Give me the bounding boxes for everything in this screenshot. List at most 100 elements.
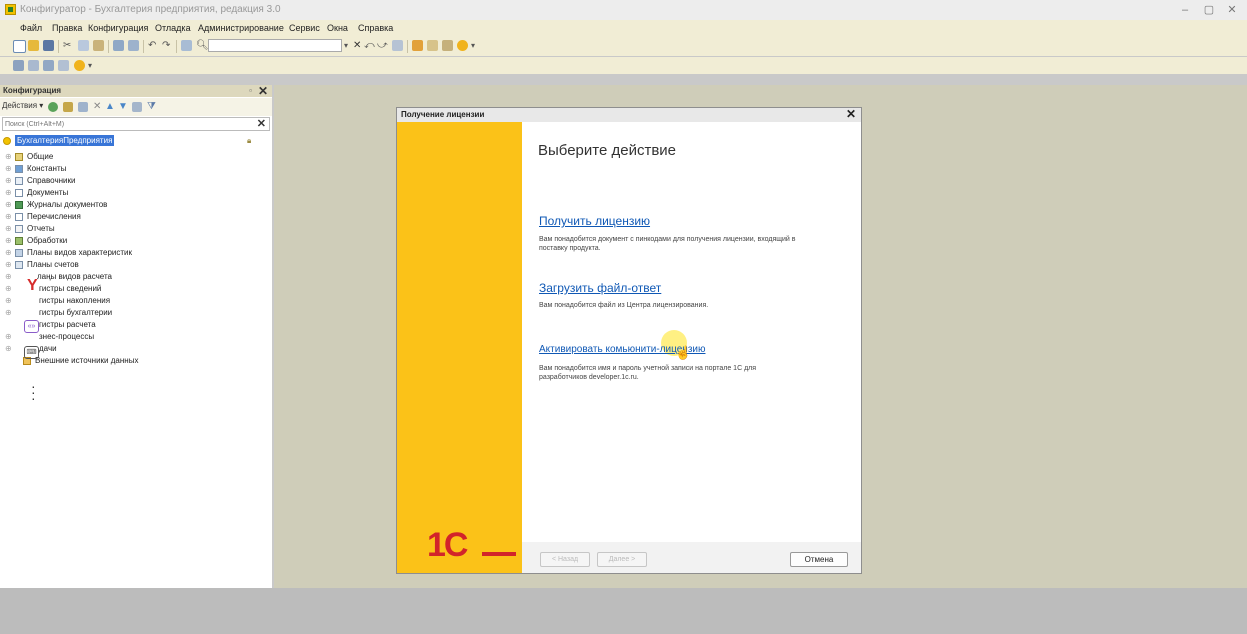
expand-icon[interactable]: ⊕ [5, 201, 12, 209]
debug-icon[interactable] [412, 40, 423, 51]
tree-item-document-journals[interactable]: ⊕ Журналы документов [0, 199, 272, 211]
more-vertical-icon[interactable]: · · · [31, 379, 36, 405]
save-icon[interactable] [43, 40, 54, 51]
menu-edit[interactable]: Правка [52, 23, 82, 33]
maximize-button[interactable]: ▢ [1199, 2, 1219, 18]
tree-item-calculation-types[interactable]: ⊕ лаңы видов расчета [0, 271, 272, 283]
panel-search-input[interactable] [5, 118, 250, 130]
panel-close-icon[interactable]: ✕ [258, 84, 268, 98]
properties-icon[interactable] [132, 102, 142, 112]
filter-icon[interactable]: ⧩ [147, 101, 156, 112]
toolbar-search-input[interactable] [208, 39, 342, 52]
tree-item-reports[interactable]: ⊕ Отчеты [0, 223, 272, 235]
search-clear-icon[interactable]: ✕ [257, 117, 266, 130]
menu-service[interactable]: Сервис [289, 23, 320, 33]
breakpoint-icon[interactable] [427, 40, 438, 51]
tree-item-external-data-sources[interactable]: Внешние источники данных [0, 355, 272, 367]
tree-item-common[interactable]: ⊕ Общие [0, 151, 272, 163]
expand-icon[interactable]: ⊕ [5, 249, 12, 257]
update-icon[interactable] [74, 60, 85, 71]
actions-menu-button[interactable]: Действия ▾ [2, 101, 43, 110]
chevron-down-icon[interactable]: ▾ [344, 40, 348, 51]
tree-root-label[interactable]: БухгалтерияПредприятия [15, 135, 115, 146]
tree-item-calculation-registers[interactable]: гистры расчета [0, 319, 272, 331]
find-previous-icon[interactable]: ⤺ [364, 40, 375, 51]
delete-icon[interactable]: ✕ [93, 101, 101, 112]
open-folder-icon[interactable] [28, 40, 39, 51]
tree-item-characteristic-types[interactable]: ⊕ Планы видов характеристик [0, 247, 272, 259]
expand-icon[interactable]: ⊕ [5, 177, 12, 185]
expand-icon[interactable]: ⊕ [5, 153, 12, 161]
edit-icon[interactable] [63, 102, 73, 112]
tree-item-accounting-registers[interactable]: ⊕ гистры бухгалтерии [0, 307, 272, 319]
find-in-list-icon[interactable] [181, 40, 192, 51]
expand-icon[interactable]: ⊕ [5, 189, 12, 197]
cut-icon[interactable]: ✂ [63, 40, 71, 51]
close-window-button[interactable]: ✕ [1222, 2, 1242, 18]
table-icon[interactable] [58, 60, 69, 71]
1c-logo-underline [482, 552, 516, 556]
documents-icon [15, 189, 23, 197]
dialog-close-icon[interactable]: ✕ [846, 107, 856, 121]
menu-debug[interactable]: Отладка [155, 23, 191, 33]
toolbar2-dropdown-icon[interactable]: ▾ [88, 60, 92, 71]
tree-item-tasks[interactable]: ⊕ дачи [0, 343, 272, 355]
add-icon[interactable] [48, 102, 58, 112]
expand-icon[interactable]: ⊕ [5, 237, 12, 245]
cancel-button[interactable]: Отмена [790, 552, 848, 567]
expand-icon[interactable]: ⊕ [5, 213, 12, 221]
move-up-icon[interactable]: ▲ [105, 101, 115, 112]
menu-file[interactable]: Файл [20, 23, 42, 33]
expand-icon[interactable]: ⊕ [5, 345, 12, 353]
next-button[interactable]: Далее > [597, 552, 647, 567]
menu-windows[interactable]: Окна [327, 23, 348, 33]
copy-icon[interactable] [78, 40, 89, 51]
copy-item-icon[interactable] [78, 102, 88, 112]
load-response-file-link[interactable]: Загрузить файл-ответ [539, 281, 661, 295]
tree-item-business-processes[interactable]: ⊕ знес-процессы [0, 331, 272, 343]
undo-icon[interactable]: ↶ [148, 40, 156, 51]
syntax-check-icon[interactable] [442, 40, 453, 51]
tree-item-accumulation-registers[interactable]: ⊕ гистры накопления [0, 295, 272, 307]
replace-icon[interactable] [392, 40, 403, 51]
tree-item-charts-of-accounts[interactable]: ⊕ Планы счетов [0, 259, 272, 271]
expand-icon[interactable]: ⊕ [5, 165, 12, 173]
back-button[interactable]: < Назад [540, 552, 590, 567]
new-document-icon[interactable] [13, 40, 26, 53]
expand-icon[interactable]: ⊕ [5, 261, 12, 269]
tree-item-catalogs[interactable]: ⊕ Справочники [0, 175, 272, 187]
redo-icon[interactable]: ↷ [162, 40, 170, 51]
print-icon[interactable] [113, 40, 124, 51]
expand-icon[interactable]: ⊕ [5, 225, 12, 233]
get-license-link[interactable]: Получить лицензию [539, 214, 650, 228]
expand-icon[interactable]: ⊕ [5, 285, 12, 293]
module-icon[interactable] [13, 60, 24, 71]
tree-item-documents[interactable]: ⊕ Документы [0, 187, 272, 199]
expand-icon[interactable]: ⊕ [5, 333, 12, 341]
search-icon[interactable]: 🔍︎ [196, 40, 209, 51]
compare-icon[interactable] [43, 60, 54, 71]
preview-icon[interactable] [128, 40, 139, 51]
keyboard-icon[interactable]: ⌨ [24, 346, 39, 359]
paste-icon[interactable] [93, 40, 104, 51]
pin-icon[interactable]: ▫ [249, 86, 252, 95]
minimize-button[interactable]: – [1175, 2, 1195, 18]
clear-search-icon[interactable]: ✕ [353, 40, 361, 51]
menu-administration[interactable]: Администрирование [198, 23, 284, 33]
expand-icon[interactable]: ⊕ [5, 273, 12, 281]
menu-help[interactable]: Справка [358, 23, 393, 33]
tree-item-info-registers[interactable]: ⊕ гистры сведений [0, 283, 272, 295]
move-down-icon[interactable]: ▼ [118, 101, 128, 112]
toolbar-dropdown-icon[interactable]: ▾ [471, 40, 475, 51]
expand-icon[interactable]: ⊕ [5, 309, 12, 317]
chat-icon[interactable]: «» [24, 320, 39, 333]
tree-item-constants[interactable]: ⊕ Константы [0, 163, 272, 175]
expand-icon[interactable]: ⊕ [5, 297, 12, 305]
find-next-icon[interactable]: ⤻ [377, 40, 388, 51]
tree-item-enums[interactable]: ⊕ Перечисления [0, 211, 272, 223]
edit-config-icon[interactable] [28, 60, 39, 71]
info-icon[interactable] [457, 40, 468, 51]
yandex-browser-icon[interactable]: Y [27, 278, 38, 294]
menu-configuration[interactable]: Конфигурация [88, 23, 148, 33]
tree-item-data-processors[interactable]: ⊕ Обработки [0, 235, 272, 247]
